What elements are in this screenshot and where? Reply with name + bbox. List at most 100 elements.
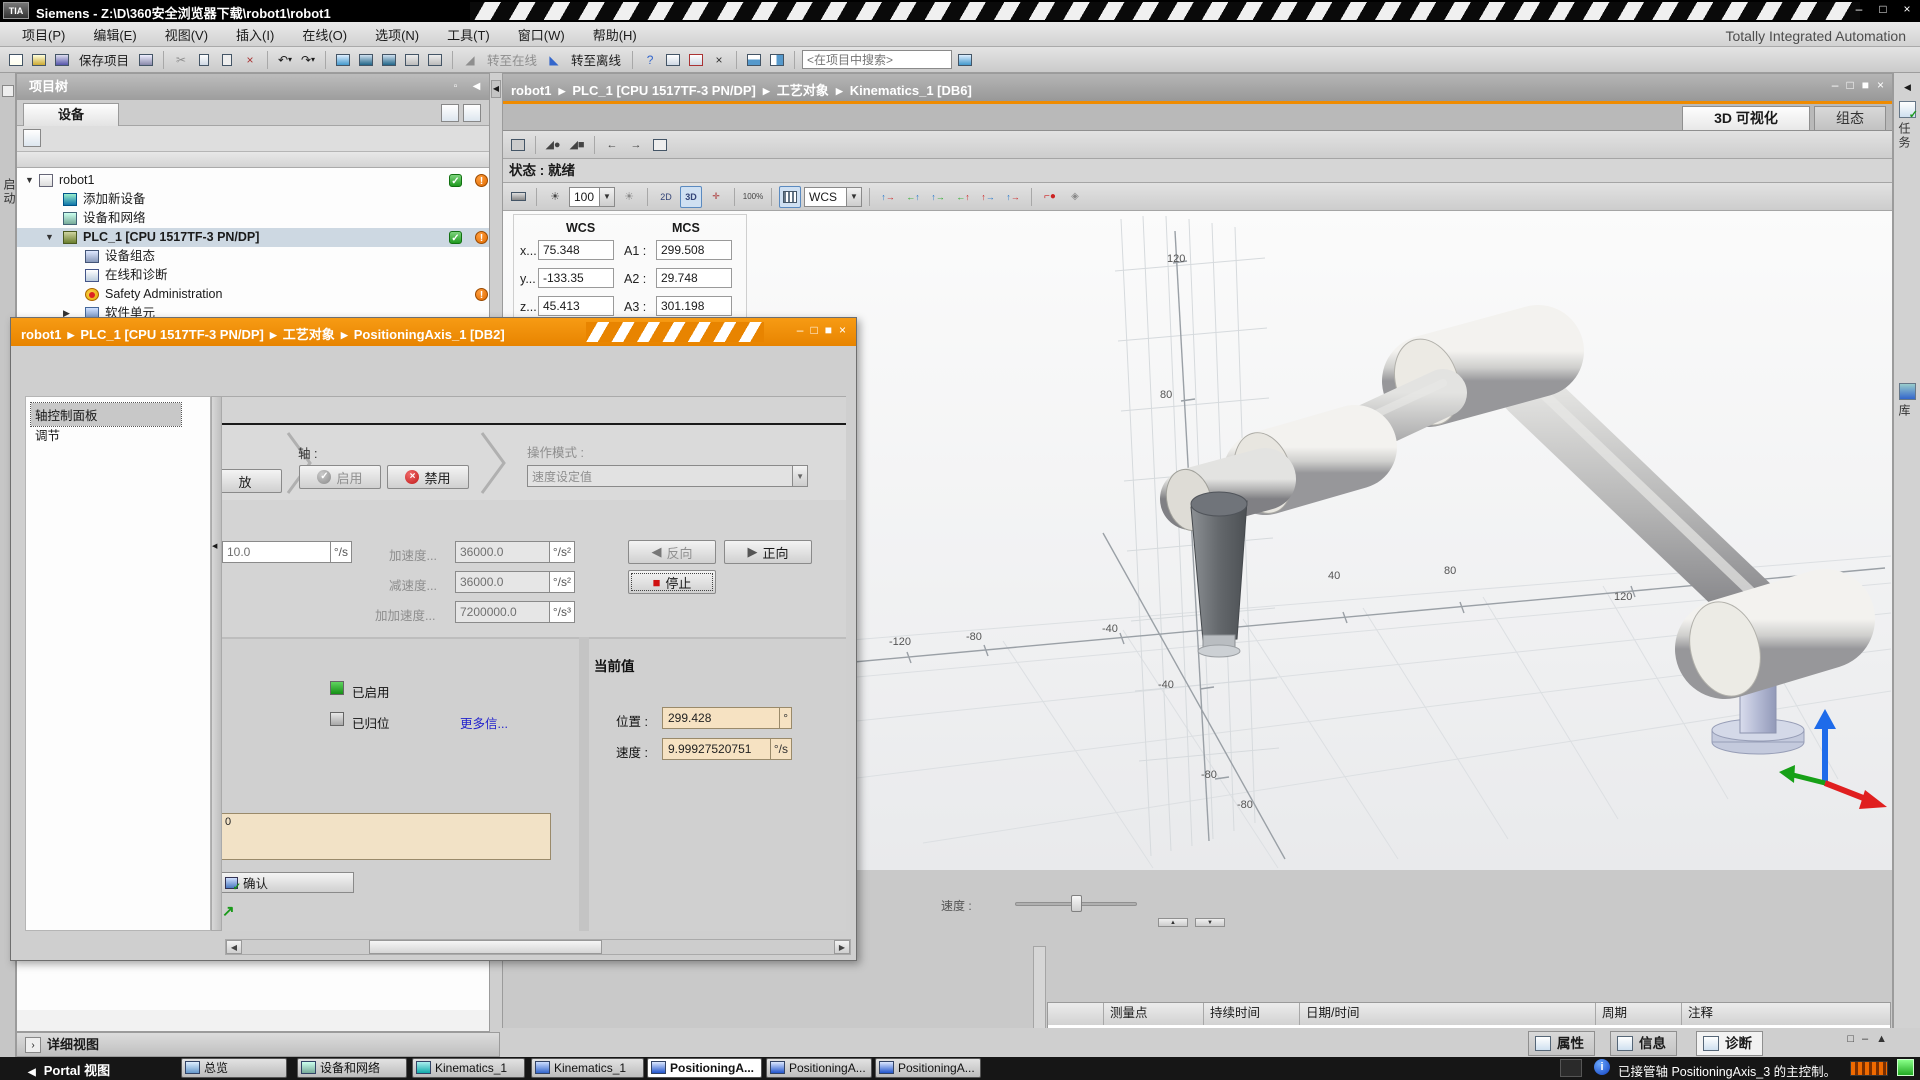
taskbar-kinematics-3d[interactable]: Kinematics_1 <box>412 1058 525 1078</box>
tree-collapse-icon[interactable]: ◀ <box>468 78 485 95</box>
tree-row-add-device[interactable]: 添加新设备 <box>17 190 489 209</box>
wcs-z-field[interactable]: 45.413 <box>538 296 614 316</box>
editor-restore-icon[interactable]: □ <box>1846 78 1853 92</box>
menu-edit[interactable]: 编辑(E) <box>81 22 148 47</box>
axis-window-titlebar[interactable]: robot1▶PLC_1 [CPU 1517TF-3 PN/DP]▶工艺对象▶P… <box>11 318 856 346</box>
robot-arm[interactable] <box>1160 331 1825 754</box>
inspector-minimize-icon[interactable]: – <box>1862 1033 1868 1045</box>
deceleration-input[interactable]: 36000.0°/s² <box>455 571 575 593</box>
print-icon[interactable] <box>136 50 156 70</box>
wcs-x-field[interactable]: 75.348 <box>538 240 614 260</box>
menu-tools[interactable]: 工具(T) <box>435 22 502 47</box>
mcs-a2-field[interactable]: 29.748 <box>656 268 732 288</box>
nav-collapse-icon[interactable]: ◀ <box>212 542 217 550</box>
rotate-view-icon[interactable]: ◈ <box>1064 186 1086 208</box>
step-forward-icon[interactable]: → <box>625 134 647 156</box>
contrast-icon[interactable]: ☀ <box>618 186 640 208</box>
view-xy-icon[interactable]: ↑→ <box>1002 186 1024 208</box>
zoom-combo[interactable]: 100▼ <box>569 187 615 207</box>
nav-tuning[interactable]: 调节 <box>31 423 181 446</box>
crumb-plc[interactable]: PLC_1 [CPU 1517TF-3 PN/DP] <box>80 327 264 342</box>
trace-glasses-icon[interactable] <box>507 134 529 156</box>
left-strip-icon[interactable] <box>2 85 14 97</box>
go-offline-icon[interactable]: ◣ <box>544 50 564 70</box>
expander-icon[interactable]: ▼ <box>25 171 34 190</box>
tree-row-plc1[interactable]: ▼ PLC_1 [CPU 1517TF-3 PN/DP] ✓ ! <box>17 228 489 247</box>
undo-icon[interactable]: ↶▾ <box>275 50 295 70</box>
minimize-button[interactable]: – <box>1850 2 1868 16</box>
copy-icon[interactable] <box>194 50 214 70</box>
project-search-input[interactable] <box>802 50 952 69</box>
editor-maximize-icon[interactable]: ■ <box>1862 78 1869 92</box>
tree-view-list-icon[interactable] <box>463 104 481 122</box>
menu-window[interactable]: 窗口(W) <box>506 22 577 47</box>
step-back-icon[interactable]: ← <box>601 134 623 156</box>
inspector-restore-icon[interactable]: □ <box>1847 1033 1854 1045</box>
col-measuring-point[interactable]: 测量点 <box>1104 1003 1204 1025</box>
split-vertical-icon[interactable] <box>767 50 787 70</box>
editor-close-icon[interactable]: × <box>1877 78 1884 92</box>
menu-insert[interactable]: 插入(I) <box>224 22 286 47</box>
search-settings-icon[interactable] <box>955 50 975 70</box>
view-2d-icon[interactable]: 2D <box>655 186 677 208</box>
menu-view[interactable]: 视图(V) <box>153 22 220 47</box>
mcs-a1-field[interactable]: 299.508 <box>656 240 732 260</box>
axis-hscrollbar[interactable]: ◀ ▶ <box>225 939 851 955</box>
crumb-positioning-axis[interactable]: PositioningAxis_1 [DB2] <box>354 327 505 342</box>
axis-close-icon[interactable]: × <box>839 323 846 337</box>
crumb-project[interactable]: robot1 <box>511 83 551 98</box>
tree-row-devices-networks[interactable]: 设备和网络 <box>17 209 489 228</box>
stop-button[interactable]: ■停止 <box>628 570 716 594</box>
forward-button[interactable]: ▶正向 <box>724 540 812 564</box>
tab-libraries[interactable]: 库 <box>1896 381 1919 418</box>
mcs-a3-field[interactable]: 301.198 <box>656 296 732 316</box>
menu-help[interactable]: 帮助(H) <box>581 22 649 47</box>
master-release-button[interactable]: 放 <box>222 469 282 493</box>
redo-icon[interactable]: ↷▾ <box>298 50 318 70</box>
enable-button[interactable]: ✓启用 <box>299 465 381 489</box>
status-doc-icon[interactable] <box>1560 1059 1582 1077</box>
taskbar-overview[interactable]: 总览 <box>181 1058 287 1078</box>
open-project-icon[interactable] <box>29 50 49 70</box>
menu-options[interactable]: 选项(N) <box>363 22 431 47</box>
tree-row-robot1[interactable]: ▼ robot1 ✓ ! <box>17 171 489 190</box>
diagnostics-icon[interactable]: ? <box>640 50 660 70</box>
record-stop-icon[interactable]: ◢■ <box>566 134 588 156</box>
col-cycle[interactable]: 周期 <box>1596 1003 1682 1025</box>
window-titlebar[interactable]: TIA Siemens - Z:\D\360安全浏览器下载\robot1\rob… <box>0 0 1920 22</box>
view-zx-icon[interactable]: ↑→ <box>877 186 899 208</box>
cut-icon[interactable]: ✂ <box>171 50 191 70</box>
save-icon[interactable] <box>52 50 72 70</box>
close-button[interactable]: × <box>1898 2 1916 16</box>
go-online-icon[interactable]: ◢ <box>460 50 480 70</box>
view-xz-icon[interactable]: ←↑ <box>902 186 924 208</box>
tree-pin-icon[interactable]: ▫ <box>447 78 464 95</box>
taskbar-positioning-axis-1[interactable]: PositioningA... <box>647 1058 762 1078</box>
tree-filter-icon[interactable] <box>23 129 41 147</box>
axis-nav-splitter[interactable]: ◀ <box>211 396 222 931</box>
col-comment[interactable]: 注释 <box>1682 1003 1890 1025</box>
tab-properties[interactable]: 属性 <box>1528 1031 1595 1056</box>
tab-configuration[interactable]: 组态 <box>1814 106 1886 131</box>
message-area[interactable]: 0 <box>222 813 551 860</box>
crumb-project[interactable]: robot1 <box>21 327 61 342</box>
tab-3d-visualization[interactable]: 3D 可视化 <box>1682 106 1810 131</box>
zoom-100-icon[interactable]: 100% <box>742 186 764 208</box>
tree-row-online-diagnostics[interactable]: 在线和诊断 <box>17 266 489 285</box>
coordinate-system-combo[interactable]: WCS▼ <box>804 187 862 207</box>
remove-split-icon[interactable]: × <box>709 50 729 70</box>
kinematics-trace-icon[interactable]: ⌐● <box>1039 186 1061 208</box>
axis-minimize-icon[interactable]: – <box>797 323 804 337</box>
acceleration-input[interactable]: 36000.0°/s² <box>455 541 575 563</box>
splitter-down-icon[interactable]: ▼ <box>1195 918 1225 927</box>
disable-button[interactable]: ×禁用 <box>387 465 469 489</box>
tree-view-table-icon[interactable] <box>441 104 459 122</box>
taskbar-positioning-axis-3[interactable]: PositioningA... <box>875 1058 981 1078</box>
expander-icon[interactable]: ▼ <box>45 228 54 247</box>
camera-icon[interactable] <box>507 186 529 208</box>
detail-view-bar[interactable]: › 详细视图 <box>16 1032 500 1057</box>
speed-slider-thumb[interactable] <box>1071 895 1082 912</box>
crumb-tech-objects[interactable]: 工艺对象 <box>283 327 335 342</box>
tree-row-safety-admin[interactable]: Safety Administration ! <box>17 285 489 304</box>
scroll-left-icon[interactable]: ◀ <box>226 940 242 954</box>
